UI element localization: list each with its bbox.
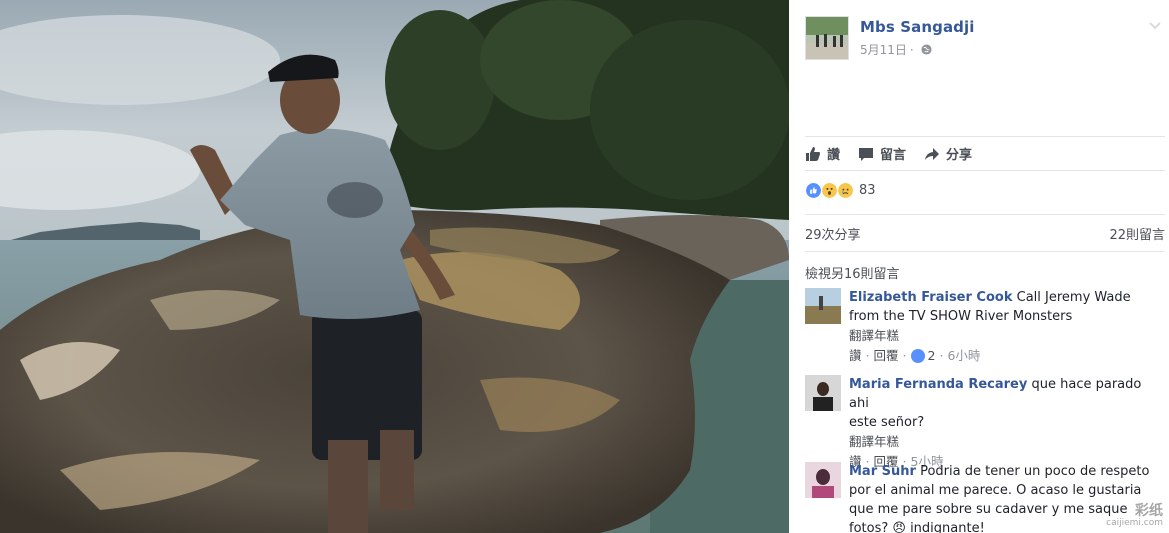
comment-text-line: from the TV SHOW River Monsters <box>849 309 1073 324</box>
comment-button[interactable]: 留言 <box>858 144 906 163</box>
author-avatar[interactable] <box>805 16 849 60</box>
comment-item: Elizabeth Fraiser Cook Call Jeremy Wade … <box>805 288 1165 366</box>
author-name[interactable]: Mbs Sangadji <box>860 18 975 36</box>
commenter-name[interactable]: Elizabeth Fraiser Cook <box>849 290 1012 305</box>
comment-label: 留言 <box>880 148 907 163</box>
globe-icon <box>921 44 932 55</box>
thumbs-up-icon <box>806 146 820 161</box>
reaction-count: 83 <box>859 183 876 198</box>
commenter-avatar[interactable] <box>805 462 841 498</box>
photo-viewer: Mbs Sangadji 5月11日 · 讚 留言 分享 83 29次分享 22… <box>0 0 1169 533</box>
comment-text-line: Podria de tener un poco de respeto <box>920 464 1150 479</box>
post-stats: 29次分享 22則留言 <box>805 214 1165 252</box>
commenter-name[interactable]: Maria Fernanda Recarey <box>849 377 1027 392</box>
commenter-name[interactable]: Mar Suhr <box>849 464 916 479</box>
post-sidebar: Mbs Sangadji 5月11日 · 讚 留言 分享 83 29次分享 22… <box>789 0 1169 533</box>
comment-like-count[interactable]: 2 <box>928 346 936 366</box>
like-button[interactable]: 讚 <box>805 144 840 163</box>
reaction-summary[interactable]: 83 <box>805 182 876 199</box>
comment-count-link[interactable]: 22則留言 <box>1109 224 1165 243</box>
comment-item: Maria Fernanda Recarey que hace parado a… <box>805 375 1165 472</box>
comment-icon <box>859 147 874 161</box>
share-arrow-icon <box>925 147 940 160</box>
comment-text-line: este señor? <box>849 415 925 430</box>
comment-reply-link[interactable]: 回覆 <box>874 346 899 366</box>
photo-image <box>0 0 789 533</box>
chevron-down-icon[interactable] <box>1149 22 1161 30</box>
post-date[interactable]: 5月11日 <box>860 41 907 58</box>
wow-reaction-icon <box>821 182 838 199</box>
commenter-avatar[interactable] <box>805 375 841 411</box>
comment-like-link[interactable]: 讚 <box>849 346 862 366</box>
comment-time[interactable]: 6小時 <box>947 346 980 366</box>
watermark-sub: caijiemi.com <box>1106 518 1163 528</box>
post-action-bar: 讚 留言 分享 <box>805 136 1165 171</box>
translate-link[interactable]: 翻譯年糕 <box>849 432 1165 452</box>
comment-text-line: Call Jeremy Wade <box>1016 290 1131 305</box>
like-badge-icon <box>910 349 925 363</box>
share-label: 分享 <box>946 148 973 163</box>
commenter-avatar[interactable] <box>805 288 841 324</box>
like-reaction-icon <box>805 182 822 199</box>
sad-reaction-icon <box>837 182 854 199</box>
site-watermark: 彩纸 caijiemi.com <box>1106 504 1163 529</box>
comment-text-line: por el animal me parece. O acaso le gust… <box>849 483 1142 498</box>
translate-link[interactable]: 翻譯年糕 <box>849 326 1165 346</box>
post-photo[interactable] <box>0 0 789 533</box>
share-count-link[interactable]: 29次分享 <box>805 224 861 243</box>
post-header: Mbs Sangadji 5月11日 · <box>805 16 975 60</box>
share-button[interactable]: 分享 <box>924 144 972 163</box>
like-label: 讚 <box>827 148 841 163</box>
view-more-comments-link[interactable]: 檢視另16則留言 <box>805 263 900 282</box>
